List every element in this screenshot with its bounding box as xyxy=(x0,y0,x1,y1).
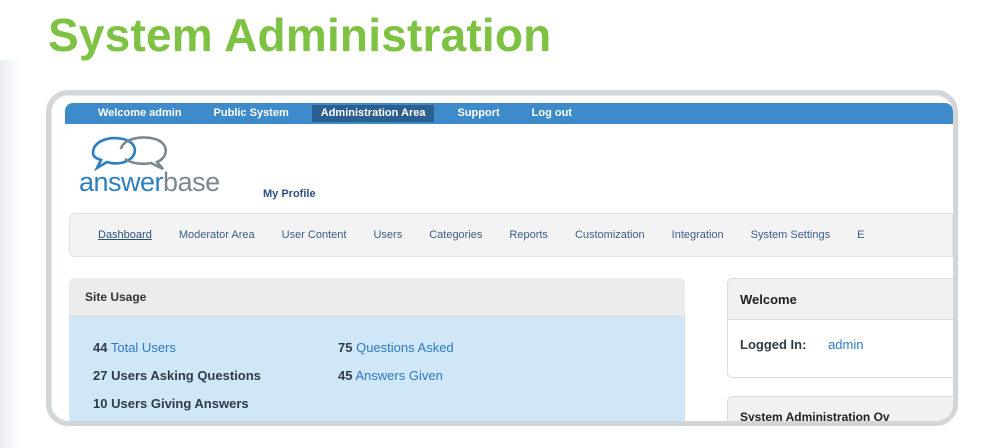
top-bar: Welcome admin Public System Administrati… xyxy=(65,103,953,124)
stat-label: Questions Asked xyxy=(356,340,454,355)
admin-nav-bar: Dashboard Moderator Area User Content Us… xyxy=(69,213,953,257)
logged-in-label: Logged In: xyxy=(740,337,807,352)
logo-part-answer: answer xyxy=(79,167,164,197)
topbar-administration-area-link[interactable]: Administration Area xyxy=(311,105,435,122)
stat-label: Answers Given xyxy=(355,368,443,383)
app-screen: Welcome admin Public System Administrati… xyxy=(65,103,953,421)
stat-number: 45 xyxy=(338,368,353,383)
speech-bubbles-logo-icon xyxy=(91,136,168,171)
logo-wordmark: answerbase xyxy=(79,167,220,198)
topbar-logout-link[interactable]: Log out xyxy=(523,105,581,122)
stat-label: Total Users xyxy=(110,340,176,355)
topbar-public-system-link[interactable]: Public System xyxy=(205,105,298,122)
nav-dashboard[interactable]: Dashboard xyxy=(98,229,152,241)
stat-users-asking-questions: 27 Users Asking Questions xyxy=(93,362,338,390)
stat-number: 27 xyxy=(93,368,108,383)
my-profile-link[interactable]: My Profile xyxy=(263,188,316,200)
stat-number: 44 xyxy=(93,340,108,355)
nav-system-settings[interactable]: System Settings xyxy=(751,229,830,241)
stat-answers-given[interactable]: 45 Answers Given xyxy=(338,362,583,390)
topbar-welcome: Welcome admin xyxy=(98,107,182,119)
stat-label: Users Giving Answers xyxy=(111,396,249,411)
site-usage-title: Site Usage xyxy=(69,278,685,317)
welcome-title: Welcome xyxy=(728,279,953,320)
page-title: System Administration xyxy=(48,9,552,61)
nav-user-content[interactable]: User Content xyxy=(282,229,347,241)
nav-moderator-area[interactable]: Moderator Area xyxy=(179,229,255,241)
answerbase-logo[interactable]: answerbase xyxy=(79,131,249,197)
stat-users-giving-answers: 10 Users Giving Answers xyxy=(93,390,338,418)
logged-in-user-link[interactable]: admin xyxy=(828,337,863,352)
site-usage-stats: 44 Total Users 75 Questions Asked 27 Use… xyxy=(93,334,583,418)
system-overview-title: System Administration Ov xyxy=(740,410,890,421)
nav-users[interactable]: Users xyxy=(373,229,402,241)
system-overview-panel: System Administration Ov xyxy=(727,396,953,421)
logo-part-base: base xyxy=(163,167,220,197)
nav-integration[interactable]: Integration xyxy=(672,229,724,241)
stat-questions-asked[interactable]: 75 Questions Asked xyxy=(338,334,583,362)
nav-truncated-item[interactable]: E xyxy=(857,229,864,241)
stat-number: 10 xyxy=(93,396,108,411)
welcome-panel: Welcome Logged In: admin xyxy=(727,278,953,378)
stat-number: 75 xyxy=(338,340,353,355)
logged-in-row: Logged In: admin xyxy=(740,337,863,352)
nav-customization[interactable]: Customization xyxy=(575,229,645,241)
site-usage-panel: Site Usage 44 Total Users 75 Questions A… xyxy=(69,278,685,421)
topbar-support-link[interactable]: Support xyxy=(448,105,508,122)
stat-total-users[interactable]: 44 Total Users xyxy=(93,334,338,362)
screenshot-frame: Welcome admin Public System Administrati… xyxy=(46,90,958,426)
nav-categories[interactable]: Categories xyxy=(429,229,482,241)
left-edge-decoration xyxy=(0,60,22,448)
nav-reports[interactable]: Reports xyxy=(509,229,548,241)
stat-label: Users Asking Questions xyxy=(111,368,261,383)
